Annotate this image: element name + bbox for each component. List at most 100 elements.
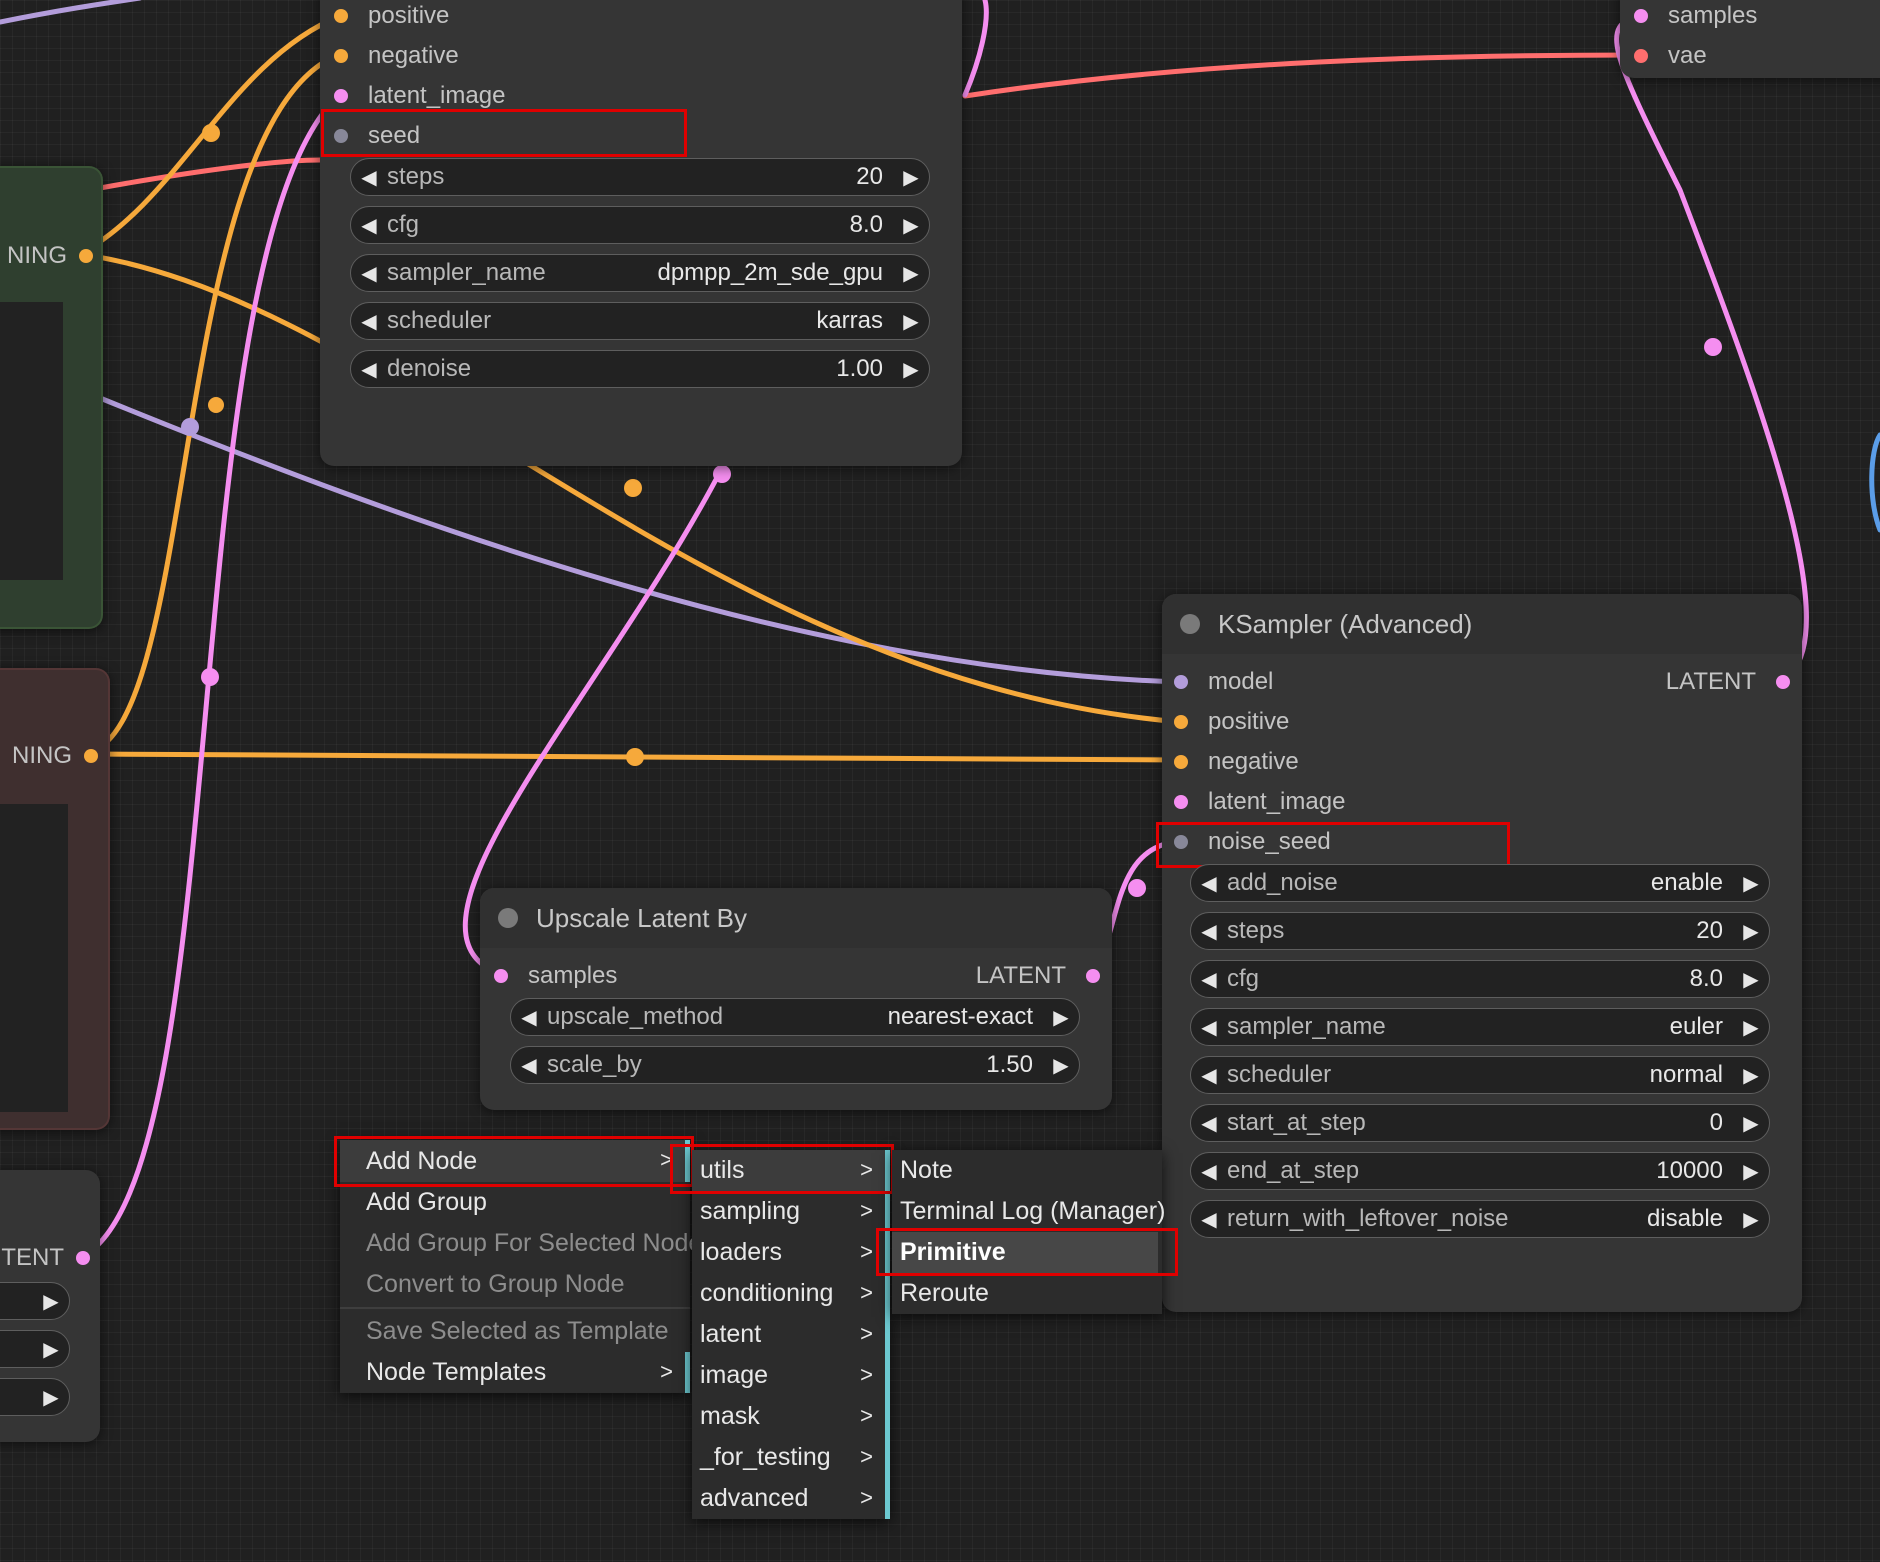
conditioning-output-slot-icon[interactable] [79, 249, 93, 263]
latent-output-slot-icon[interactable] [1776, 675, 1790, 689]
category-advanced[interactable]: advanced > [692, 1478, 890, 1519]
latent-input-slot-icon[interactable] [1174, 795, 1188, 809]
upscale-latent-input-samples[interactable]: samples [494, 956, 617, 996]
ksampler-denoise-widget[interactable]: ◀ denoise 1.00 ▶ [350, 350, 930, 388]
category-latent[interactable]: latent > [692, 1314, 890, 1355]
increment-arrow-icon[interactable]: ▶ [893, 165, 929, 190]
decrement-arrow-icon[interactable]: ◀ [1191, 1159, 1227, 1184]
add-noise-widget[interactable]: ◀ add_noise enable ▶ [1190, 864, 1770, 902]
category-sampling[interactable]: sampling > [692, 1191, 890, 1232]
menu-item-add-group-for-selected[interactable]: Add Group For Selected Nodes [340, 1223, 715, 1264]
return-with-leftover-noise-widget[interactable]: ◀ return_with_leftover_noise disable ▶ [1190, 1200, 1770, 1238]
negative-prompt-textarea[interactable] [0, 804, 68, 1112]
collapse-dot-icon[interactable] [498, 908, 518, 928]
increment-arrow-icon[interactable]: ▶ [1733, 1015, 1769, 1040]
decrement-arrow-icon[interactable]: ◀ [1191, 919, 1227, 944]
increment-arrow-icon[interactable]: ▶ [893, 261, 929, 286]
ksampler-advanced-input-negative[interactable]: negative [1174, 742, 1299, 782]
conditioning-input-slot-icon[interactable] [334, 49, 348, 63]
decrement-arrow-icon[interactable]: ◀ [1191, 1063, 1227, 1088]
latent-output-slot-icon[interactable] [1086, 969, 1100, 983]
decrement-arrow-icon[interactable]: ◀ [351, 165, 387, 190]
menu-item-add-group[interactable]: Add Group [340, 1182, 690, 1223]
conditioning-input-slot-icon[interactable] [1174, 715, 1188, 729]
ksampler-sampler-name-widget[interactable]: ◀ sampler_name dpmpp_2m_sde_gpu ▶ [350, 254, 930, 292]
ksampler-steps-widget[interactable]: ◀ steps 20 ▶ [350, 158, 930, 196]
utils-item-reroute[interactable]: Reroute [892, 1273, 1162, 1314]
ksampler-advanced-output-latent[interactable]: LATENT [1600, 662, 1790, 702]
decrement-arrow-icon[interactable]: ◀ [511, 1053, 547, 1078]
ksampler-scheduler-widget[interactable]: ◀ scheduler karras ▶ [350, 302, 930, 340]
decrement-arrow-icon[interactable]: ◀ [1191, 1015, 1227, 1040]
model-input-slot-icon[interactable] [1174, 675, 1188, 689]
left-widget-2[interactable]: ▶ [0, 1330, 70, 1368]
upscale-method-widget[interactable]: ◀ upscale_method nearest-exact ▶ [510, 998, 1080, 1036]
latent-input-slot-icon[interactable] [334, 89, 348, 103]
increment-arrow-icon[interactable]: ▶ [1733, 1111, 1769, 1136]
positive-prompt-textarea[interactable] [0, 302, 63, 580]
menu-item-node-templates[interactable]: Node Templates > [340, 1352, 690, 1393]
decrement-arrow-icon[interactable]: ◀ [1191, 1111, 1227, 1136]
category-conditioning[interactable]: conditioning > [692, 1273, 890, 1314]
end-at-step-widget[interactable]: ◀ end_at_step 10000 ▶ [1190, 1152, 1770, 1190]
decrement-arrow-icon[interactable]: ◀ [1191, 1207, 1227, 1232]
conditioning-input-slot-icon[interactable] [334, 9, 348, 23]
menu-item-convert-to-group-node[interactable]: Convert to Group Node [340, 1264, 690, 1305]
increment-arrow-icon[interactable]: ▶ [1733, 1063, 1769, 1088]
menu-item-save-selected-as-template[interactable]: Save Selected as Template [340, 1311, 690, 1352]
utils-item-terminal-log[interactable]: Terminal Log (Manager) [892, 1191, 1165, 1232]
decrement-arrow-icon[interactable]: ◀ [1191, 871, 1227, 896]
steps-widget[interactable]: ◀ steps 20 ▶ [1190, 912, 1770, 950]
vae-decode-input-vae[interactable]: vae [1634, 36, 1707, 76]
conditioning-input-slot-icon[interactable] [1174, 755, 1188, 769]
category-for-testing[interactable]: _for_testing > [692, 1437, 890, 1478]
utils-item-note[interactable]: Note [892, 1150, 1162, 1191]
latent-output[interactable]: TENT [0, 1238, 90, 1278]
increment-arrow-icon[interactable]: ▶ [1733, 1207, 1769, 1232]
decrement-arrow-icon[interactable]: ◀ [351, 261, 387, 286]
category-image[interactable]: image > [692, 1355, 890, 1396]
vae-decode-input-samples[interactable]: samples [1634, 0, 1757, 36]
decrement-arrow-icon[interactable]: ◀ [1191, 967, 1227, 992]
increment-arrow-icon[interactable]: ▶ [893, 309, 929, 334]
latent-output-slot-icon[interactable] [76, 1251, 90, 1265]
vae-input-slot-icon[interactable] [1634, 49, 1648, 63]
ksampler-advanced-input-model[interactable]: model [1174, 662, 1273, 702]
increment-arrow-icon[interactable]: ▶ [33, 1289, 69, 1314]
increment-arrow-icon[interactable]: ▶ [33, 1337, 69, 1362]
increment-arrow-icon[interactable]: ▶ [1733, 967, 1769, 992]
ksampler-advanced-input-latent-image[interactable]: latent_image [1174, 782, 1345, 822]
ksampler-advanced-header[interactable]: KSampler (Advanced) [1162, 594, 1802, 654]
upscale-latent-output-latent[interactable]: LATENT [900, 956, 1100, 996]
increment-arrow-icon[interactable]: ▶ [893, 213, 929, 238]
category-loaders[interactable]: loaders > [692, 1232, 890, 1273]
ksampler-cfg-widget[interactable]: ◀ cfg 8.0 ▶ [350, 206, 930, 244]
increment-arrow-icon[interactable]: ▶ [893, 357, 929, 382]
negative-conditioning-output[interactable]: NING [0, 736, 98, 776]
conditioning-output-slot-icon[interactable] [84, 749, 98, 763]
increment-arrow-icon[interactable]: ▶ [1733, 1159, 1769, 1184]
ksampler-advanced-input-positive[interactable]: positive [1174, 702, 1289, 742]
left-widget-1[interactable]: ▶ [0, 1282, 70, 1320]
sampler-name-widget[interactable]: ◀ sampler_name euler ▶ [1190, 1008, 1770, 1046]
ksampler-input-positive[interactable]: positive [334, 0, 449, 36]
start-at-step-widget[interactable]: ◀ start_at_step 0 ▶ [1190, 1104, 1770, 1142]
decrement-arrow-icon[interactable]: ◀ [511, 1005, 547, 1030]
scheduler-widget[interactable]: ◀ scheduler normal ▶ [1190, 1056, 1770, 1094]
decrement-arrow-icon[interactable]: ◀ [351, 309, 387, 334]
increment-arrow-icon[interactable]: ▶ [1043, 1053, 1079, 1078]
increment-arrow-icon[interactable]: ▶ [1733, 871, 1769, 896]
positive-conditioning-output[interactable]: NING [0, 236, 93, 276]
collapse-dot-icon[interactable] [1180, 614, 1200, 634]
decrement-arrow-icon[interactable]: ◀ [351, 357, 387, 382]
category-mask[interactable]: mask > [692, 1396, 890, 1437]
ksampler-input-negative[interactable]: negative [334, 36, 459, 76]
latent-input-slot-icon[interactable] [1634, 9, 1648, 23]
increment-arrow-icon[interactable]: ▶ [1043, 1005, 1079, 1030]
upscale-latent-header[interactable]: Upscale Latent By [480, 888, 1112, 948]
scale-by-widget[interactable]: ◀ scale_by 1.50 ▶ [510, 1046, 1080, 1084]
latent-input-slot-icon[interactable] [494, 969, 508, 983]
increment-arrow-icon[interactable]: ▶ [33, 1385, 69, 1410]
decrement-arrow-icon[interactable]: ◀ [351, 213, 387, 238]
increment-arrow-icon[interactable]: ▶ [1733, 919, 1769, 944]
